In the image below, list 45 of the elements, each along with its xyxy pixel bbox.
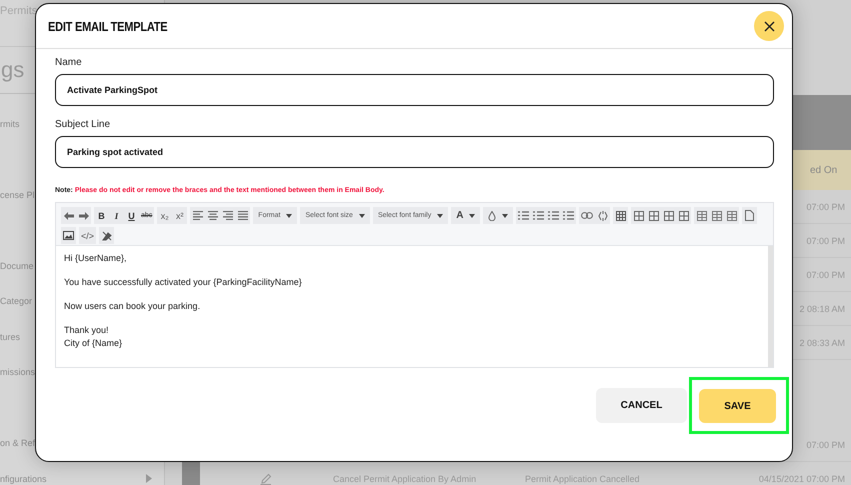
scrollbar[interactable] [768,246,773,367]
format-button[interactable]: B [94,207,109,224]
list-icon [533,211,544,220]
table-icon [634,210,644,220]
save-button[interactable]: SAVE [699,389,776,423]
field-label: Subject Line [55,119,112,130]
page-heading: gs [1,57,24,83]
text-field[interactable]: Activate ParkingSpot [55,74,774,106]
email-body-text[interactable]: Hi {UserName}, You have successfully activated your {ParkingFacilityName} Now users can book your parking. Thank you! City of {Name} [56,246,768,367]
align-icon [192,211,203,220]
list-icon [518,211,530,220]
text-field[interactable]: Parking spot activated [55,136,774,168]
document-icon [745,210,754,221]
list-icon [563,211,574,220]
align-icon [222,211,233,220]
table-icon [648,210,659,220]
link-icon [581,212,594,219]
close-icon [764,20,774,32]
unlink-icon [598,210,608,220]
drop-icon [488,210,496,220]
caret-icon [146,474,152,484]
image-icon [63,231,74,240]
table-icon [664,210,674,220]
code-view-button[interactable]: </> [79,227,96,244]
format-button[interactable]: U [124,207,139,224]
close-button[interactable] [754,11,784,41]
script-button[interactable]: x² [172,207,188,224]
table-icon [712,210,722,220]
color-dropdown[interactable] [483,207,514,224]
format-button[interactable]: I [109,207,124,224]
table-icon [616,210,626,220]
table-icon [696,210,707,220]
list-icon [548,211,560,220]
undo-icon [64,212,74,220]
dialog-title: EDIT EMAIL TEMPLATE [48,18,168,34]
cancel-button[interactable]: CANCEL [596,388,687,423]
column-header: ed On [810,164,838,176]
redo-icon [78,212,88,220]
field-label: Name [55,57,83,68]
align-icon [208,211,218,220]
table-icon [726,210,737,220]
align-icon [238,211,248,220]
script-button[interactable]: x₂ [157,207,172,224]
toolbar-dropdown[interactable]: A [451,207,480,224]
table-icon [678,210,689,220]
